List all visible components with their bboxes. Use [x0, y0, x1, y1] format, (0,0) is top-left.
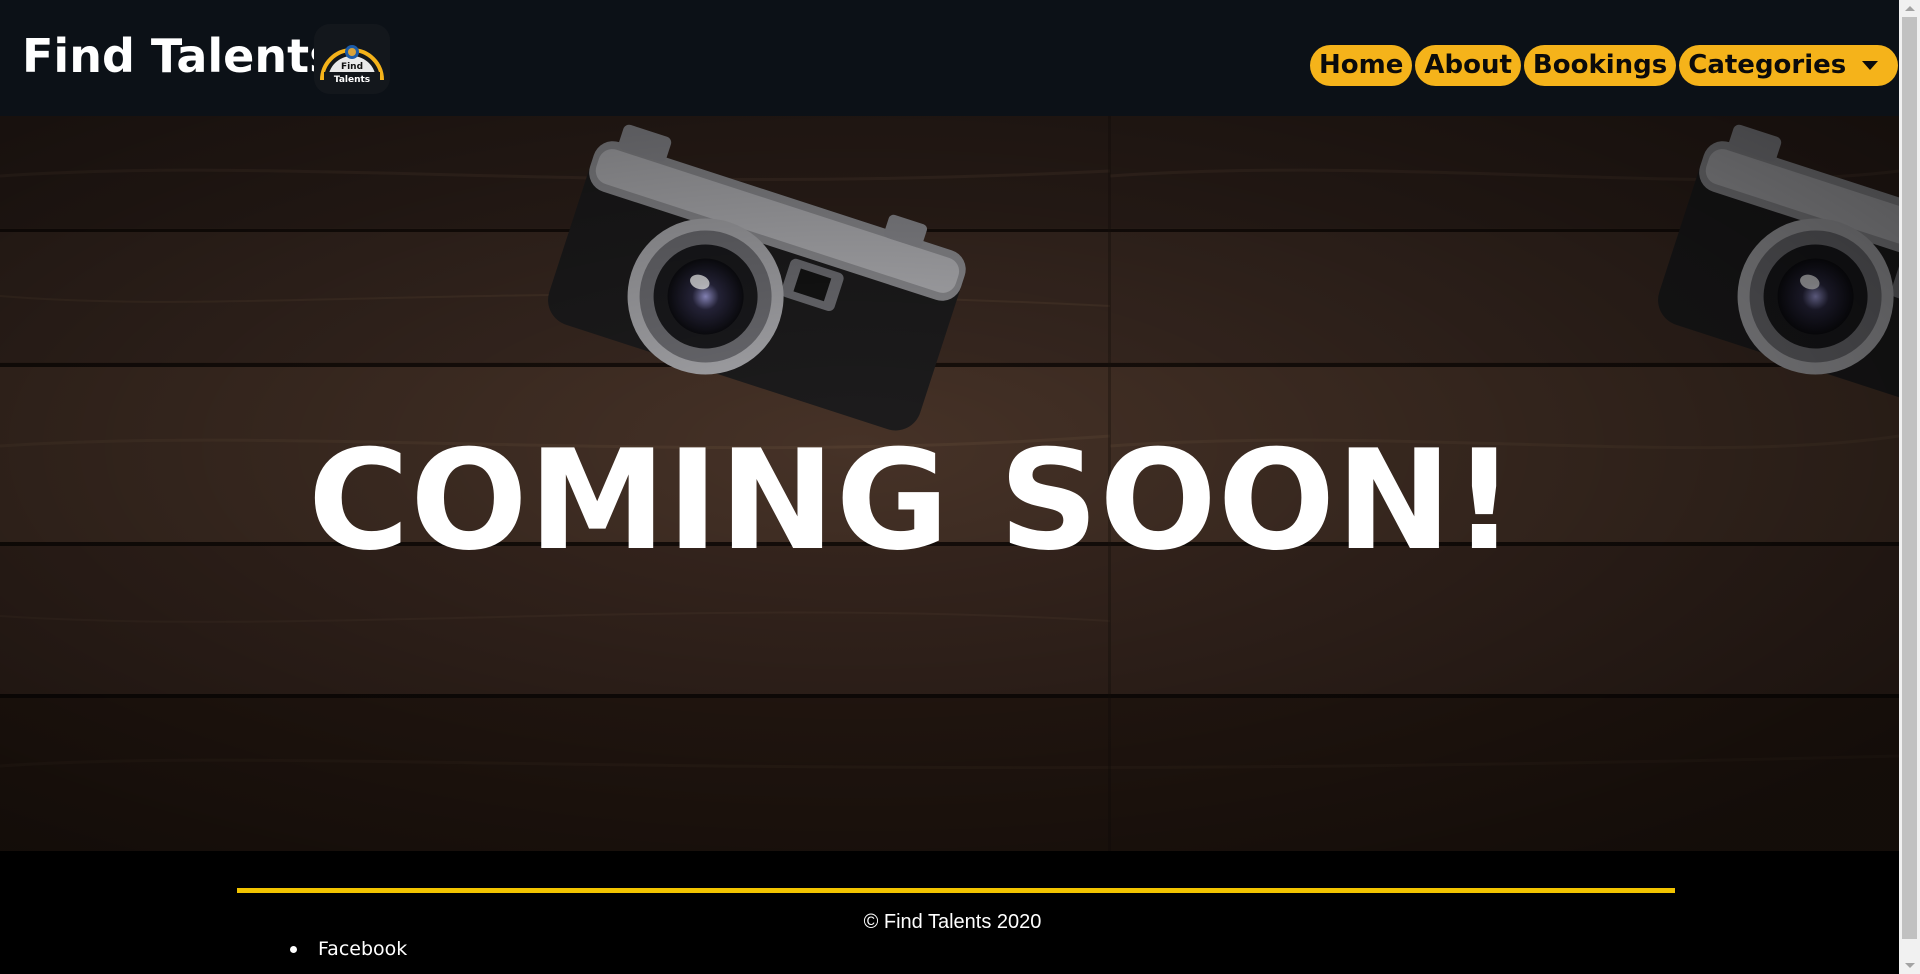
- bullet-icon: [290, 946, 297, 953]
- logo-icon[interactable]: Find Talents: [314, 24, 390, 94]
- nav-about-link[interactable]: About: [1415, 45, 1521, 86]
- main-nav: Home About Bookings Categories: [1310, 45, 1899, 86]
- footer: © Find Talents 2020 Facebook: [0, 851, 1899, 974]
- page: Find Talents Find Talents Home About Boo: [0, 0, 1899, 974]
- nav-home-label: Home: [1319, 50, 1404, 80]
- nav-categories-label: Categories: [1688, 50, 1847, 80]
- copyright-text: © Find Talents 2020: [863, 911, 1042, 933]
- nav-categories-dropdown[interactable]: Categories: [1679, 45, 1899, 86]
- svg-text:Find: Find: [341, 62, 363, 72]
- scroll-down-arrow-icon[interactable]: [1899, 957, 1920, 974]
- chevron-down-icon: [1862, 61, 1879, 70]
- nav-home-link[interactable]: Home: [1310, 45, 1413, 86]
- facebook-link-label: Facebook: [318, 938, 408, 960]
- nav-bookings-label: Bookings: [1532, 50, 1668, 80]
- scroll-up-arrow-icon[interactable]: [1899, 0, 1920, 17]
- vertical-scrollbar[interactable]: [1899, 0, 1920, 974]
- svg-text:Talents: Talents: [334, 75, 370, 85]
- scrollbar-thumb[interactable]: [1902, 17, 1917, 939]
- top-navbar: Find Talents Find Talents Home About Boo: [0, 0, 1899, 116]
- brand-name[interactable]: Find Talents: [22, 24, 336, 88]
- facebook-link[interactable]: Facebook: [290, 937, 407, 961]
- nav-about-label: About: [1424, 50, 1512, 80]
- footer-divider: [237, 888, 1675, 893]
- nav-bookings-link[interactable]: Bookings: [1523, 45, 1677, 86]
- coming-soon-headline: COMING SOON!: [308, 420, 1517, 581]
- social-links: Facebook: [290, 937, 407, 961]
- hero-banner: COMING SOON!: [0, 116, 1899, 851]
